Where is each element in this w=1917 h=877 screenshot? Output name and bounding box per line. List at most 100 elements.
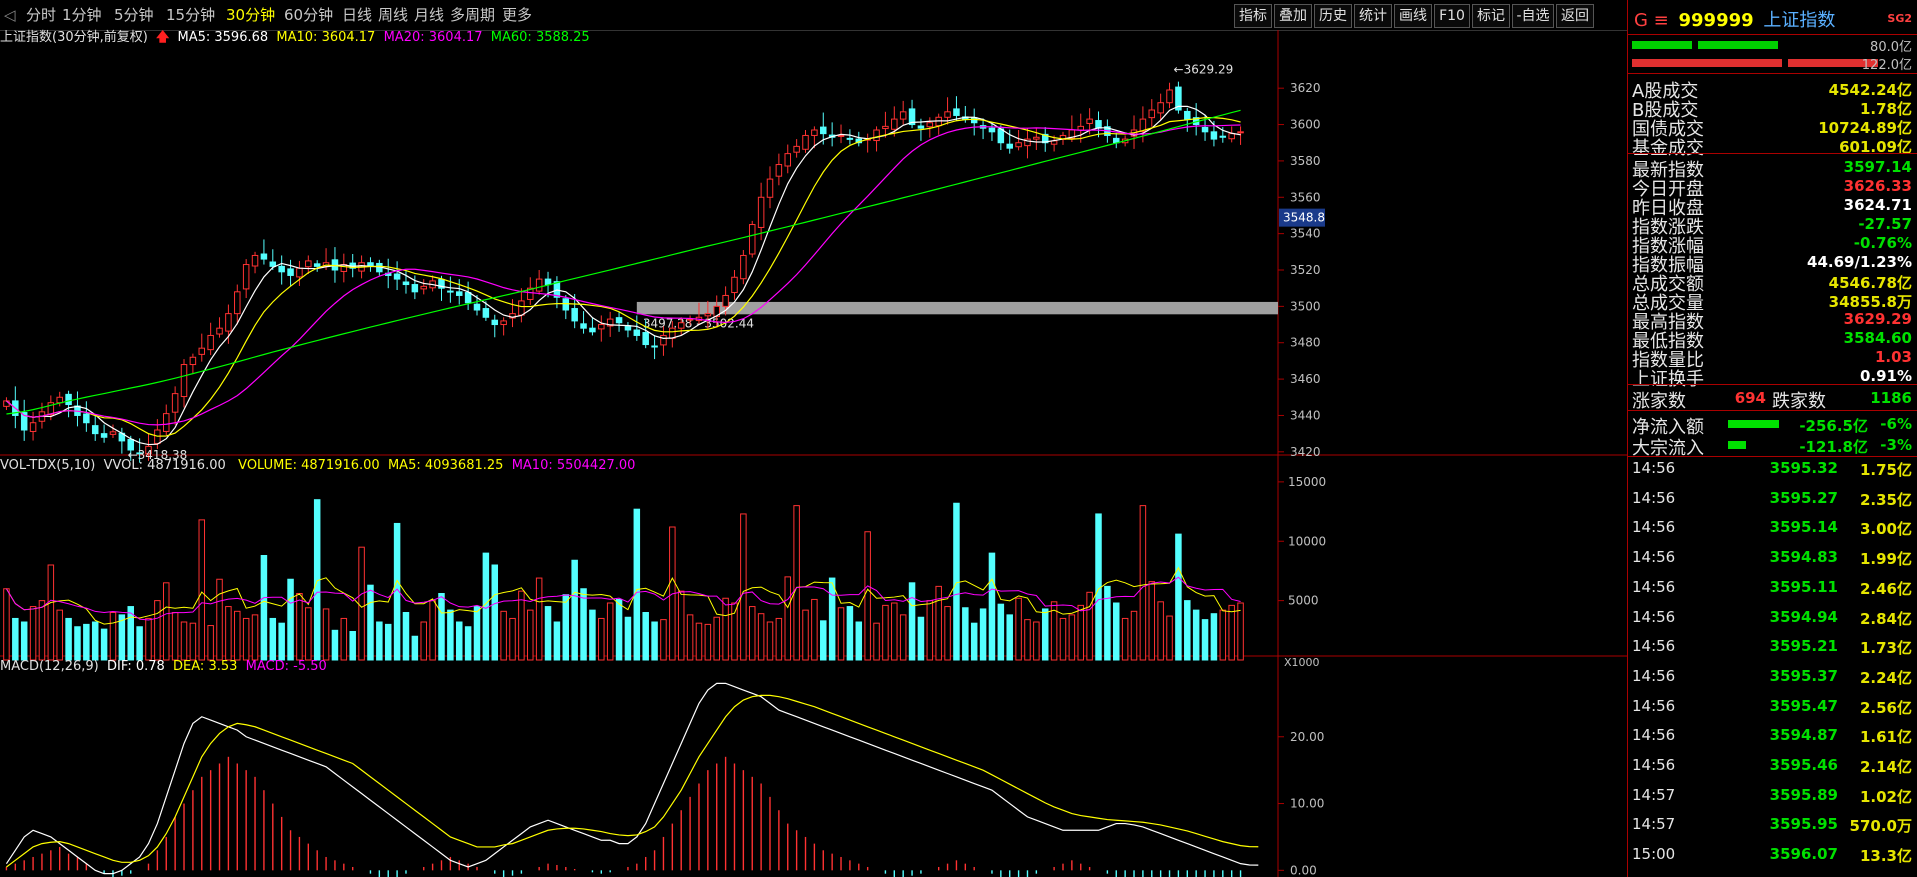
volume-bar <box>713 616 720 661</box>
dea-line <box>6 694 1259 868</box>
volume-bar <box>278 622 285 661</box>
tool-button-3[interactable]: 统计 <box>1354 4 1392 28</box>
volume-bar <box>411 635 419 661</box>
volume-bar <box>642 612 649 661</box>
volume-bar <box>580 588 587 661</box>
tick-volume: 3.00亿 <box>1859 520 1912 539</box>
tool-button-8[interactable]: 返回 <box>1556 4 1594 28</box>
period-tab-3[interactable]: 15分钟 <box>166 4 215 26</box>
stat-value: -0.76% <box>1853 234 1912 252</box>
kline-chart[interactable]: 3420 3440 3460 3480 3500 3520 3540 3560 3580 3600… <box>0 30 1627 877</box>
period-tab-7[interactable]: 周线 <box>378 4 408 26</box>
tick-row: 14:56 3595.32 1.75亿 <box>1628 459 1917 481</box>
tool-button-1[interactable]: 叠加 <box>1274 4 1312 28</box>
dif-legend: DIF: 0.78 <box>107 659 165 674</box>
period-tab-9[interactable]: 多周期 <box>450 4 495 26</box>
tool-button-7[interactable]: -自选 <box>1512 4 1554 28</box>
tool-button-5[interactable]: F10 <box>1434 4 1470 28</box>
volume-bar <box>305 607 312 661</box>
volume-bar <box>837 607 845 661</box>
candle-body <box>207 334 214 351</box>
volume-bar <box>242 617 250 661</box>
candle-body <box>917 125 925 129</box>
period-tab-8[interactable]: 月线 <box>414 4 444 26</box>
volume-bar <box>908 582 916 661</box>
candle-body <box>686 318 694 321</box>
period-tab-2[interactable]: 5分钟 <box>114 4 154 26</box>
stat-value: -27.57 <box>1858 215 1912 233</box>
volume-bar <box>722 597 729 661</box>
tick-row: 14:56 3595.21 1.73亿 <box>1628 637 1917 659</box>
price-tick-label: 3480 <box>1290 336 1321 350</box>
candle-body <box>1157 102 1164 114</box>
volume-bar <box>544 606 552 661</box>
candle-body <box>1184 110 1191 120</box>
volume-bar <box>953 502 960 661</box>
period-tab-6[interactable]: 日线 <box>342 4 372 26</box>
candle-body <box>455 291 463 296</box>
candle-body <box>100 433 108 438</box>
volume-bar <box>500 610 507 661</box>
tick-time: 14:56 <box>1632 726 1676 745</box>
period-tab-1[interactable]: 1分钟 <box>62 4 102 26</box>
volume-bar <box>828 577 836 661</box>
price-tick-label: 3420 <box>1290 445 1321 459</box>
volume-bar <box>1184 600 1191 661</box>
volume-bar <box>793 505 800 661</box>
volume-bar <box>1148 581 1156 661</box>
candle-body <box>56 396 63 404</box>
candle-body <box>269 261 277 267</box>
tick-price: 3595.95 <box>1769 815 1838 834</box>
vol-unit-label: X1000 <box>1284 656 1320 669</box>
volume-bar <box>1121 617 1129 661</box>
candle-body <box>660 334 667 346</box>
candle-body <box>518 300 525 316</box>
period-tab-0[interactable]: 分时 <box>26 4 56 26</box>
ma60-line <box>6 109 1241 415</box>
volume-bar <box>811 598 818 661</box>
volume-bar <box>3 588 10 661</box>
candle-body <box>1228 133 1235 140</box>
stat-value: 3624.71 <box>1843 196 1912 214</box>
volume-bar <box>367 584 374 661</box>
volume-bar <box>748 606 756 661</box>
breadth-row: 涨家数 694 跌家数 1186 <box>1628 387 1917 412</box>
candle-body <box>83 413 90 424</box>
volume-bar <box>74 626 81 661</box>
candle-body <box>473 303 481 311</box>
candle-body <box>91 425 99 435</box>
tick-volume: 2.46亿 <box>1859 579 1912 598</box>
ma10-legend: MA10: 3604.17 <box>276 30 376 45</box>
tool-button-2[interactable]: 历史 <box>1314 4 1352 28</box>
candle-body <box>970 117 978 124</box>
volume-bar <box>846 606 854 661</box>
candle-body <box>180 364 188 398</box>
period-tab-5[interactable]: 60分钟 <box>284 4 333 26</box>
period-tab-10[interactable]: 更多 <box>502 4 532 26</box>
tool-button-6[interactable]: 标记 <box>1472 4 1510 28</box>
back-arrow-icon[interactable]: ◁ <box>4 4 16 26</box>
volume-bar <box>207 625 214 661</box>
buy-power-bar <box>1632 41 1692 49</box>
stat-value: 44.69/1.23% <box>1807 253 1912 271</box>
candle-body <box>589 327 596 333</box>
tool-button-0[interactable]: 指标 <box>1234 4 1272 28</box>
period-tab-4[interactable]: 30分钟 <box>226 4 275 26</box>
flow-bar <box>1728 420 1779 428</box>
crosshair-price-label: 3548.8 <box>1283 211 1325 225</box>
volume-bar <box>615 598 623 661</box>
tick-price: 3594.87 <box>1769 726 1838 745</box>
tick-time: 14:57 <box>1632 815 1676 834</box>
volume-bar <box>1201 619 1209 661</box>
price-tick-label: 3620 <box>1290 81 1321 95</box>
tick-time: 14:56 <box>1632 518 1676 537</box>
vol-tick-label: 15000 <box>1288 475 1326 489</box>
candle-body <box>305 260 312 268</box>
tick-volume: 13.3亿 <box>1859 847 1912 866</box>
title-prefix[interactable]: G ≡ <box>1634 10 1669 31</box>
tool-button-4[interactable]: 画线 <box>1394 4 1432 28</box>
ma60-legend: MA60: 3588.25 <box>490 30 590 45</box>
candle-body <box>953 108 960 116</box>
volume-bar <box>677 590 685 661</box>
candle-body <box>535 278 543 292</box>
